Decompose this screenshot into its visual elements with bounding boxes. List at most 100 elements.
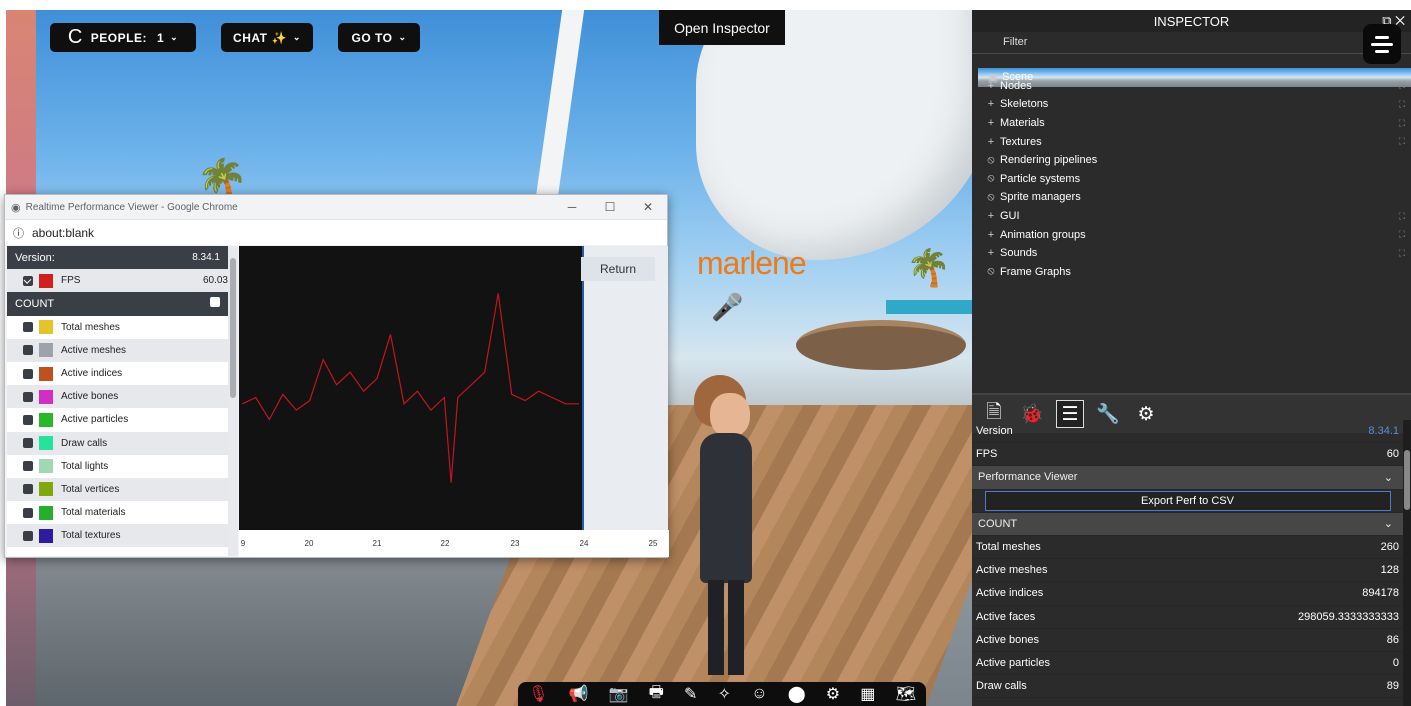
tree-item[interactable]: ⦸ Rendering pipelines [972,151,1411,170]
open-inspector-button[interactable]: Open Inspector [659,10,785,45]
chat-button[interactable]: CHAT ✨ ⌄ [221,23,313,52]
performance-viewer-window[interactable]: ◉ Realtime Performance Viewer - Google C… [4,194,669,558]
scene-ocean [886,300,972,314]
stat-item[interactable]: Draw calls [7,431,238,455]
stat-item[interactable]: Active indices [7,362,238,385]
stat-item[interactable]: Total meshes [7,316,238,339]
expand-all-icon[interactable]: ⛶ [1399,229,1405,240]
stat-color-swatch[interactable] [39,528,53,543]
close-icon[interactable]: ✕ [629,200,667,214]
tree-item-label: GUI [1000,210,1020,223]
stat-color-swatch[interactable] [39,343,53,358]
stat-item[interactable]: Total materials [7,501,238,524]
tree-item[interactable]: + Textures ⛶ [972,132,1411,151]
grid-icon[interactable]: ▦ [860,684,875,704]
stat-color-swatch[interactable] [39,436,53,451]
tree-item[interactable]: + GUI ⛶ [972,207,1411,226]
sparkles-icon[interactable]: ✧ [718,684,731,704]
inspector-scrollbar[interactable] [1403,420,1411,706]
axis-tick-label: 21 [372,539,382,548]
stat-label: Draw calls [61,437,108,449]
stat-checkbox[interactable] [23,414,33,425]
megaphone-icon[interactable]: 📢 [569,684,589,704]
pencil-icon[interactable]: ✎ [684,684,697,704]
tree-item[interactable]: + Materials ⛶ [972,114,1411,133]
stat-item[interactable]: Total vertices [7,477,238,502]
info-icon[interactable]: ⓘ [13,225,24,241]
axis-tick-label: 23 [510,539,520,548]
stat-checkbox[interactable] [23,368,33,379]
menu-icon[interactable] [1363,24,1401,64]
window-titlebar[interactable]: ◉ Realtime Performance Viewer - Google C… [5,195,667,219]
stat-color-swatch[interactable] [39,459,53,474]
maximize-icon[interactable]: ☐ [591,200,629,214]
fps-row[interactable]: FPS 60.03 [7,269,238,293]
stat-label: Active particles [976,656,1050,669]
location-icon[interactable]: ⬤ [788,684,806,704]
expand-all-icon[interactable]: ⛶ [1399,211,1405,222]
disabled-icon: ⦸ [987,190,995,203]
stat-checkbox[interactable] [23,438,33,449]
return-button[interactable]: Return [581,257,655,281]
fps-checkbox[interactable] [23,275,33,286]
performance-viewer-section[interactable]: Performance Viewer ⌄ [972,466,1403,490]
stat-color-swatch[interactable] [39,320,53,335]
tree-item-label: Animation groups [1000,228,1086,241]
filter-input[interactable]: Filter [972,36,1411,54]
chevron-down-icon: ⌄ [398,32,407,42]
mute-mic-icon[interactable]: 🎙 [528,684,548,704]
stat-item[interactable]: Active meshes [7,338,238,362]
minimize-icon[interactable]: ─ [553,200,591,214]
stat-color-swatch[interactable] [39,389,53,404]
camera-icon[interactable]: 📷 [609,684,629,704]
stat-item[interactable]: Total lights [7,455,238,478]
stat-color-swatch[interactable] [39,366,53,381]
stat-value: 0 [1392,656,1399,669]
stat-checkbox[interactable] [23,484,33,495]
stat-checkbox[interactable] [23,461,33,472]
people-button[interactable]: C PEOPLE: 1 ⌄ [50,23,196,52]
tree-item[interactable]: + Animation groups ⛶ [972,225,1411,244]
chevron-down-icon: ⌄ [292,32,301,42]
goto-button[interactable]: GO TO ⌄ [338,23,420,52]
version-row: Version 8.34.1 [972,420,1403,444]
url-text: about:blank [32,225,95,240]
expand-all-icon[interactable]: ⛶ [1399,99,1405,110]
tree-item[interactable]: ⦸ Frame Graphs [972,263,1411,282]
expand-all-icon[interactable]: ⛶ [1399,80,1405,91]
stat-row: Draw calls 89 [972,675,1403,699]
stat-color-swatch[interactable] [39,412,53,427]
tree-item[interactable]: ⦸ Sprite managers [972,188,1411,207]
stat-item[interactable]: Active bones [7,385,238,409]
count-section[interactable]: COUNT ⌄ [972,512,1403,536]
stat-checkbox[interactable] [23,391,33,402]
expand-all-icon[interactable]: ⛶ [1399,118,1405,129]
export-csv-button[interactable]: Export Perf to CSV [984,490,1391,511]
stat-checkbox[interactable] [23,322,33,333]
stat-checkbox[interactable] [23,507,33,518]
stat-row: Active particles 0 [972,652,1403,676]
tree-item[interactable]: ⦸ Particle systems [972,170,1411,189]
count-toggle-checkbox[interactable] [210,297,230,310]
stats-scrollbar[interactable] [228,246,238,556]
address-bar[interactable]: ⓘ about:blank [5,219,667,245]
people-label: PEOPLE: [90,30,147,45]
stat-item[interactable]: Total textures [7,524,238,548]
fps-color-swatch[interactable] [39,273,53,288]
stat-checkbox[interactable] [23,530,33,541]
tree-item[interactable]: + Skeletons ⛶ [972,95,1411,114]
map-icon[interactable]: 🗺 [896,684,916,704]
tree-item[interactable]: + Nodes ⛶ [972,77,1411,96]
avatar[interactable] [686,375,766,680]
stat-color-swatch[interactable] [39,482,53,497]
stat-color-swatch[interactable] [39,505,53,520]
stat-checkbox[interactable] [23,345,33,356]
settings-icon[interactable]: ⚙ [826,684,840,704]
expand-all-icon[interactable]: ⛶ [1399,248,1405,259]
expand-all-icon[interactable]: ⛶ [1399,136,1405,147]
printer-icon[interactable]: 🖶 [649,681,664,706]
tree-item[interactable]: + Sounds ⛶ [972,244,1411,263]
stat-item[interactable]: Active particles [7,408,238,431]
count-header: COUNT [7,292,238,316]
emoji-icon[interactable]: ☺ [751,685,767,703]
